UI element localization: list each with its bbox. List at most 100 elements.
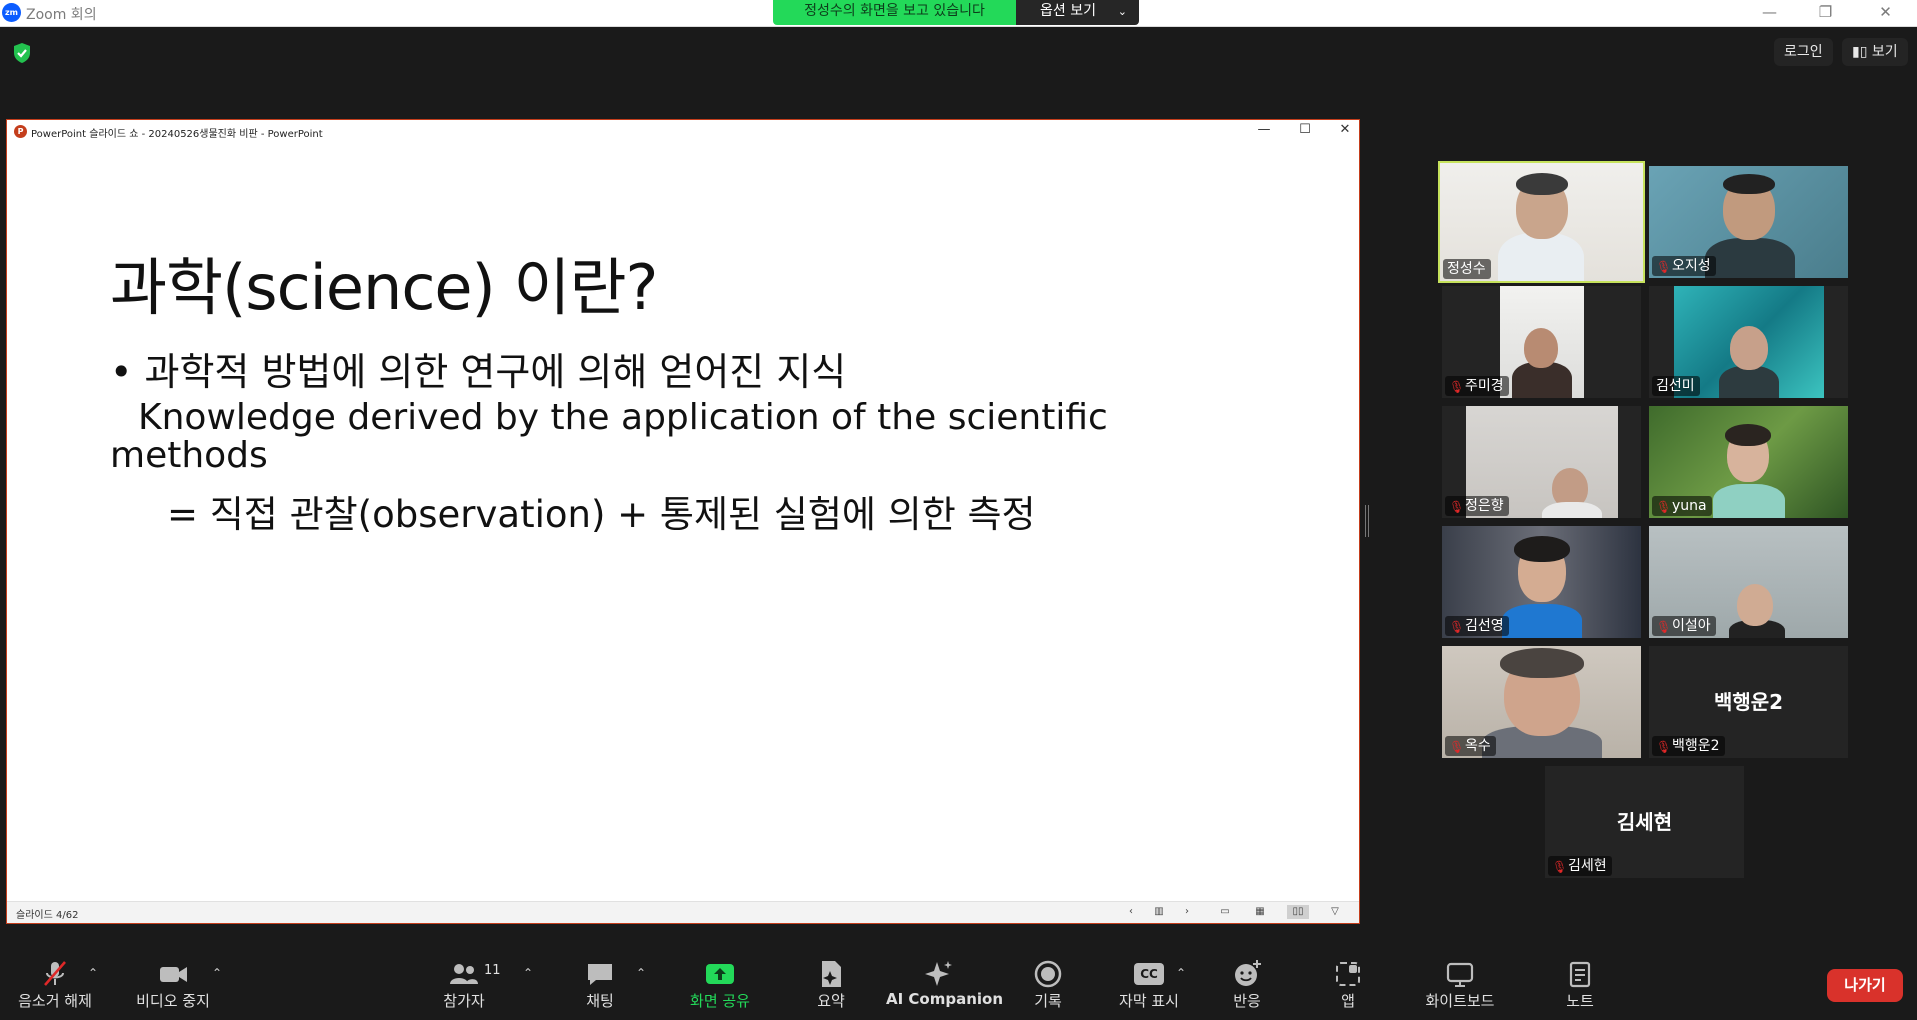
- security-shield-icon[interactable]: [12, 42, 32, 64]
- restore-button[interactable]: ❐: [1798, 0, 1853, 24]
- view-button-label: 보기: [1871, 44, 1898, 60]
- participant-tile[interactable]: 🎙yuna: [1649, 406, 1848, 518]
- slide-equation: = 직접 관찰(observation) + 통제된 실험에 의한 측정: [167, 493, 1036, 536]
- unmute-label: 음소거 해제: [18, 992, 92, 1010]
- participant-tile[interactable]: 🎙정은향: [1442, 406, 1641, 518]
- participant-name-tag: 🎙주미경: [1445, 376, 1509, 396]
- participant-name: 정성수: [1447, 261, 1486, 277]
- ppt-close-button[interactable]: ✕: [1330, 122, 1360, 137]
- share-screen-icon: [706, 964, 734, 984]
- mic-off-icon: [44, 961, 66, 986]
- meeting-toolbar: 음소거 해제 ⌃ 비디오 중지 ⌃ 참가자 11 ⌃ 채팅 ⌃ 화면 공유 요약…: [0, 944, 1917, 1020]
- reading-view-icon[interactable]: ▯▯: [1287, 905, 1309, 919]
- leave-meeting-button[interactable]: 나가기: [1827, 969, 1903, 1002]
- mic-muted-icon: 🎙: [1449, 500, 1465, 514]
- apps-button[interactable]: 앱: [1330, 958, 1366, 1018]
- chat-button[interactable]: 채팅: [572, 958, 628, 1018]
- unmute-button[interactable]: 음소거 해제: [10, 958, 100, 1018]
- share-screen-button[interactable]: 화면 공유: [680, 958, 760, 1018]
- normal-view-icon[interactable]: ▭: [1218, 905, 1232, 919]
- chat-label: 채팅: [586, 992, 614, 1010]
- whiteboard-icon: [1446, 962, 1474, 987]
- stop-video-button[interactable]: 비디오 중지: [128, 958, 218, 1018]
- window-title: Zoom 회의: [26, 7, 97, 23]
- slide-menu-icon[interactable]: ▥: [1152, 905, 1166, 919]
- view-options-button[interactable]: 옵션 보기 ⌄: [1016, 0, 1139, 25]
- screen-share-banner: 정성수의 화면을 보고 있습니다 옵션 보기 ⌄: [773, 0, 1139, 25]
- participant-name: 이설아: [1672, 618, 1711, 634]
- mic-muted-icon: 🎙: [1656, 260, 1672, 274]
- record-icon: [1034, 960, 1062, 988]
- captions-options-caret[interactable]: ⌃: [1176, 966, 1186, 980]
- participant-tile[interactable]: 🎙김선영: [1442, 526, 1641, 638]
- powerpoint-icon: P: [14, 125, 27, 138]
- participant-tile[interactable]: 정성수: [1438, 161, 1645, 283]
- participant-name: 오지성: [1672, 258, 1711, 274]
- slide-show-icon[interactable]: ▽: [1328, 905, 1342, 919]
- notes-button[interactable]: 노트: [1560, 958, 1600, 1018]
- participant-name-tag: 정성수: [1443, 259, 1491, 279]
- participant-name: 정은향: [1465, 498, 1504, 514]
- login-button[interactable]: 로그인: [1774, 38, 1833, 66]
- share-screen-label: 화면 공유: [690, 992, 750, 1010]
- participant-tile[interactable]: 🎙이설아: [1649, 526, 1848, 638]
- view-options-label: 옵션 보기: [1040, 3, 1096, 19]
- participants-options-caret[interactable]: ⌃: [523, 966, 533, 980]
- participant-name: 주미경: [1465, 378, 1504, 394]
- whiteboard-button[interactable]: 화이트보드: [1414, 958, 1506, 1018]
- ai-companion-label: AI Companion: [886, 990, 1004, 1008]
- reactions-button[interactable]: 반응: [1222, 958, 1272, 1018]
- participant-tile[interactable]: 김세현 🎙김세현: [1545, 766, 1744, 878]
- record-button[interactable]: 기록: [1020, 958, 1076, 1018]
- ppt-minimize-button[interactable]: —: [1249, 122, 1279, 137]
- chat-bubble-icon: [588, 964, 612, 985]
- ppt-maximize-button[interactable]: ☐: [1290, 122, 1320, 137]
- zoom-meeting-window: zm Zoom 회의 정성수의 화면을 보고 있습니다 옵션 보기 ⌄ — ❐ …: [0, 0, 1917, 1020]
- powerpoint-status-bar: 슬라이드 4/62 ‹ ▥ › ▭ ▦ ▯▯ ▽: [7, 901, 1359, 923]
- participant-name-tag: 🎙오지성: [1652, 256, 1716, 276]
- previous-slide-icon[interactable]: ‹: [1124, 905, 1138, 919]
- close-button[interactable]: ✕: [1858, 0, 1913, 24]
- record-label: 기록: [1034, 992, 1062, 1010]
- participant-display-name: 김세현: [1616, 810, 1673, 834]
- summary-button[interactable]: 요약: [800, 958, 862, 1018]
- panel-resize-handle[interactable]: [1365, 505, 1369, 537]
- slide-counter: 슬라이드 4/62: [16, 910, 79, 921]
- video-options-caret[interactable]: ⌃: [212, 966, 222, 980]
- participant-tile[interactable]: 🎙옥수: [1442, 646, 1641, 758]
- reaction-smiley-icon: [1235, 960, 1261, 986]
- slide-sorter-icon[interactable]: ▦: [1253, 905, 1267, 919]
- view-button[interactable]: ▮▯ 보기: [1842, 38, 1908, 66]
- summary-label: 요약: [817, 992, 845, 1010]
- participant-name-tag: 🎙김선영: [1445, 616, 1509, 636]
- participant-name-tag: 🎙김세현: [1548, 856, 1612, 876]
- mic-muted-icon: 🎙: [1552, 860, 1568, 874]
- next-slide-icon[interactable]: ›: [1180, 905, 1194, 919]
- participant-name-tag: 🎙yuna: [1652, 496, 1712, 516]
- slide-bullet-english-cont: methods: [110, 435, 268, 476]
- video-camera-icon: [160, 967, 187, 982]
- participant-tile[interactable]: 🎙주미경: [1442, 286, 1641, 398]
- participant-count: 11: [484, 963, 501, 978]
- chevron-down-icon: ⌄: [1117, 5, 1127, 18]
- participant-tile[interactable]: 🎙오지성: [1649, 166, 1848, 278]
- audio-options-caret[interactable]: ⌃: [88, 966, 98, 980]
- participant-name: 옥수: [1465, 738, 1491, 754]
- participant-tile[interactable]: 김선미: [1649, 286, 1848, 398]
- participant-name-tag: 🎙백행운2: [1652, 736, 1725, 756]
- ai-sparkle-icon: [925, 961, 952, 986]
- participants-icon: [450, 964, 478, 984]
- minimize-button[interactable]: —: [1742, 0, 1797, 24]
- participant-name: 김선미: [1656, 378, 1695, 394]
- view-layout-icon: ▮▯: [1852, 44, 1872, 60]
- slide-bullet-korean: • 과학적 방법에 의한 연구에 의해 얻어진 지식: [110, 350, 847, 394]
- mic-muted-icon: 🎙: [1449, 740, 1465, 754]
- mic-muted-icon: 🎙: [1449, 620, 1465, 634]
- participant-display-name: 백행운2: [1713, 690, 1784, 714]
- participant-tile[interactable]: 백행운2 🎙백행운2: [1649, 646, 1848, 758]
- chat-options-caret[interactable]: ⌃: [636, 966, 646, 980]
- ai-companion-button[interactable]: AI Companion: [886, 958, 1004, 1018]
- stop-video-label: 비디오 중지: [136, 992, 210, 1010]
- participant-name-tag: 🎙정은향: [1445, 496, 1509, 516]
- participant-name: 백행운2: [1672, 738, 1720, 754]
